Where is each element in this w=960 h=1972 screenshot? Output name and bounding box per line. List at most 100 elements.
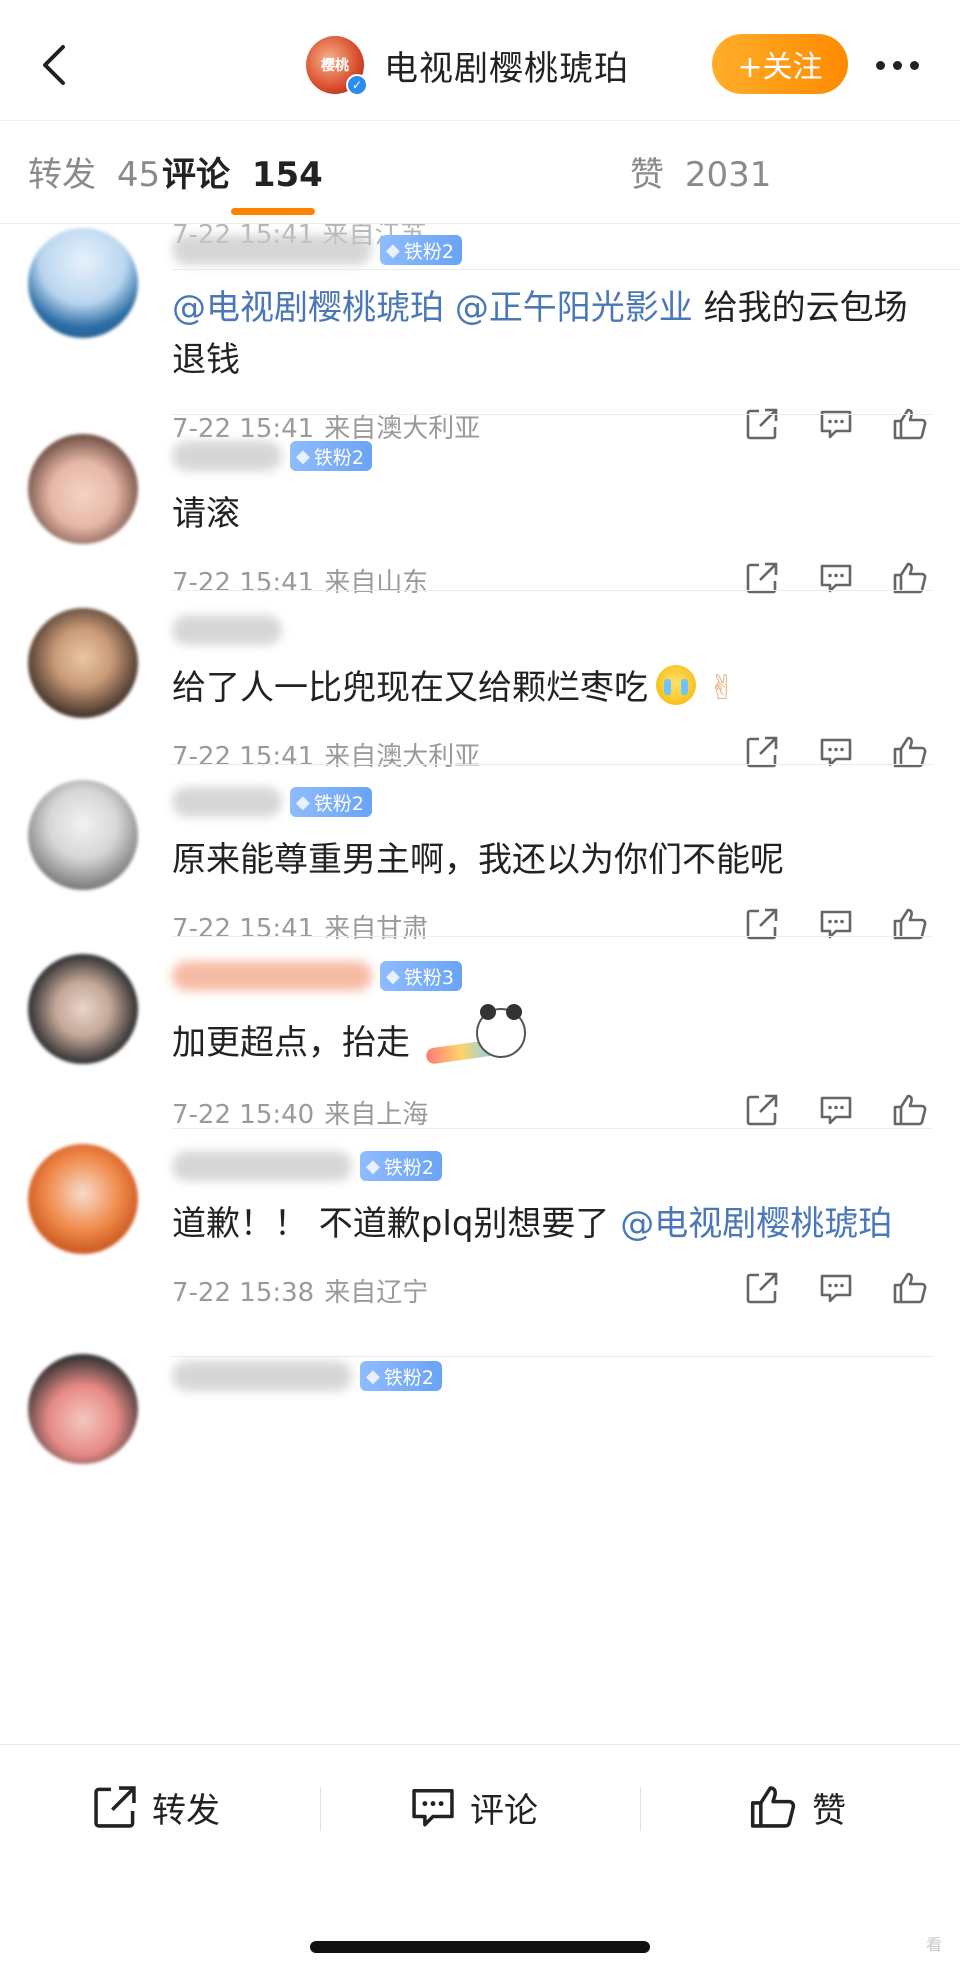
comment-location: 来自澳大利亚 [324,741,481,772]
repost-label: 转发 [152,1790,220,1831]
diamond-icon: ◆ [366,1365,380,1387]
user-name-row: ◆ 铁粉3 [172,956,932,996]
user-name-blurred[interactable] [172,961,372,991]
share-icon[interactable] [742,1090,782,1130]
like-icon [750,1786,796,1828]
divider [172,414,932,415]
comment-meta: 7-22 15:40 来自上海 [172,1092,932,1132]
comment-icon[interactable] [816,1090,856,1130]
user-name-blurred[interactable] [172,441,282,471]
home-indicator[interactable] [310,1941,650,1953]
like-icon[interactable] [890,1268,930,1308]
verified-icon: ✓ [346,74,368,96]
user-name-blurred[interactable] [172,235,372,265]
avatar[interactable] [28,434,138,544]
channel-avatar[interactable]: 樱桃 ✓ [306,36,368,96]
user-name-blurred[interactable] [172,1151,352,1181]
comment-text: 道歉！！ 不道歉plq别想要了 @电视剧樱桃琥珀 [172,1204,893,1244]
diamond-icon: ◆ [386,965,400,987]
comment-icon[interactable] [816,558,856,598]
comment-time: 7-22 15:41 [172,567,315,598]
fan-badge: ◆ 铁粉3 [380,961,462,991]
fan-badge: ◆ 铁粉2 [360,1151,442,1181]
user-name-row: ◆ 铁粉2 [172,230,932,270]
chevron-left-icon [43,45,65,85]
user-name-row: ◆ 铁粉2 [172,436,932,476]
comment-icon [412,1789,454,1827]
fan-badge: ◆ 铁粉2 [290,787,372,817]
divider [172,1128,932,1129]
more-options-icon[interactable] [862,40,932,90]
like-icon[interactable] [890,558,930,598]
user-name-blurred[interactable] [172,1361,352,1391]
comment-time: 7-22 15:41 [172,913,315,944]
tab-likes[interactable]: 赞 2031 [630,147,771,196]
share-icon [94,1786,136,1828]
comment-meta: 7-22 15:41 来自甘肃 [172,906,932,946]
fan-badge: ◆ 铁粉2 [380,235,462,265]
mention-link[interactable]: @电视剧樱桃琥珀 [172,288,444,328]
diamond-icon: ◆ [386,239,400,261]
comment-location: 来自甘肃 [324,913,429,944]
like-icon[interactable] [890,904,930,944]
back-button[interactable] [24,30,84,100]
channel-name[interactable]: 电视剧樱桃琥珀 [384,41,629,90]
share-icon[interactable] [742,904,782,944]
avatar[interactable] [28,608,138,718]
divider [320,1787,321,1831]
share-icon[interactable] [742,1268,782,1308]
share-icon[interactable] [742,558,782,598]
comment-time: 7-22 15:38 [172,1277,315,1308]
user-name-row [172,610,932,650]
tab-count: 154 [251,155,323,195]
tab-reposts[interactable]: 转发 45 [28,147,160,196]
bottom-action-bar: 转发 评论 赞 看 [0,1744,960,1972]
share-icon[interactable] [742,732,782,772]
avatar[interactable] [28,228,138,338]
comment-icon[interactable] [816,732,856,772]
tab-count: 2031 [684,155,772,195]
comment-text: 加更超点，抬走 [172,1004,932,1072]
like-button[interactable]: 赞 [748,1777,846,1837]
divider [172,764,932,765]
comment-meta: 7-22 15:41 来自山东 [172,560,932,600]
comment-text: @电视剧樱桃琥珀 @正午阳光影业 给我的云包场退钱 [172,288,908,380]
avatar[interactable] [28,1354,138,1464]
tab-count: 45 [116,155,161,195]
comment-text: 给了人一比兜现在又给颗烂枣吃 ✌ [172,662,932,714]
comment-text: 原来能尊重男主啊，我还以为你们不能呢 [172,840,784,880]
panda-sticker-icon [425,1004,536,1072]
repost-button[interactable]: 转发 [92,1777,220,1837]
tab-bar: 转发 45 评论 154 赞 2031 [0,120,960,224]
comment-meta: 7-22 15:38 来自辽宁 [172,1270,932,1310]
avatar[interactable] [28,780,138,890]
tab-comments[interactable]: 评论 154 [162,147,323,196]
comment-button[interactable]: 评论 [410,1777,538,1837]
user-name-blurred[interactable] [172,615,282,645]
like-icon[interactable] [890,732,930,772]
comment-list[interactable]: 7-22 15:41 来自江苏 ◆铁粉2 @电视剧樱桃琥珀 @正午阳光影业 给我… [0,224,960,1744]
diamond-icon: ◆ [366,1155,380,1177]
comment-icon[interactable] [816,1268,856,1308]
channel-info[interactable]: 樱桃 ✓ 电视剧樱桃琥珀 [306,30,629,100]
avatar[interactable] [28,954,138,1064]
comment-text: 请滚 [172,494,240,534]
diamond-icon: ◆ [296,445,310,467]
mention-link[interactable]: @电视剧樱桃琥珀 [620,1204,892,1244]
comment-location: 来自上海 [324,1099,429,1130]
like-icon[interactable] [890,1090,930,1130]
crying-emoji-icon [656,665,696,705]
like-label: 赞 [812,1790,846,1831]
divider [172,936,932,937]
top-nav-bar: 樱桃 ✓ 电视剧樱桃琥珀 +关注 [0,0,960,120]
comment-icon[interactable] [816,904,856,944]
comment-time: 7-22 15:41 [172,741,315,772]
divider [640,1787,641,1831]
comment-location: 来自辽宁 [324,1277,429,1308]
avatar[interactable] [28,1144,138,1254]
mention-link[interactable]: @正午阳光影业 [455,288,693,328]
user-name-blurred[interactable] [172,787,282,817]
user-name-row: ◆ 铁粉2 [172,1356,932,1396]
follow-button[interactable]: +关注 [712,34,848,94]
watermark: 看 [925,1935,942,1954]
